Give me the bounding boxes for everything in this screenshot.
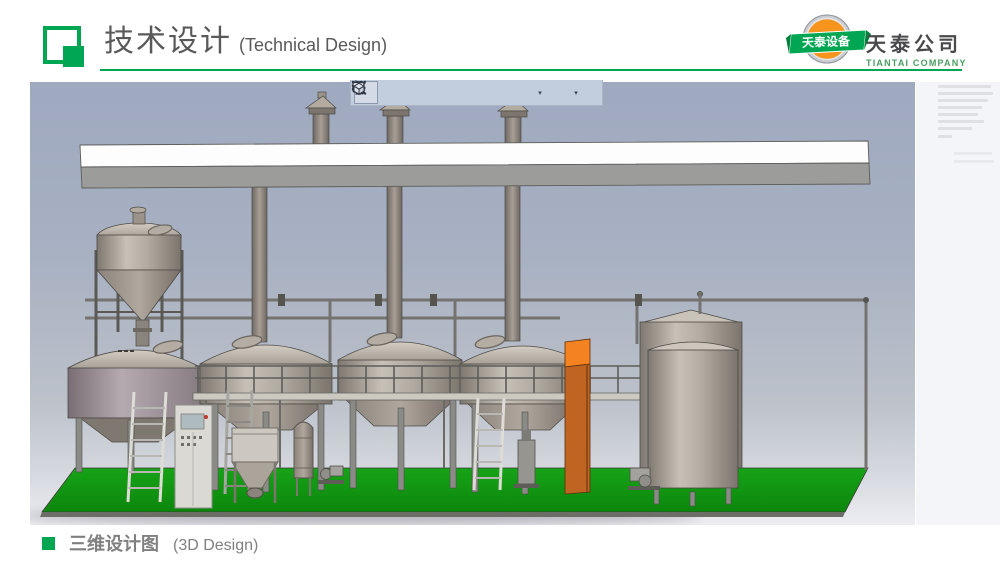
caption-bullet [42, 537, 55, 550]
blurred-text-line [938, 85, 991, 88]
blurred-text-line [938, 106, 982, 109]
blurred-text-line [938, 92, 993, 95]
caption-en: (3D Design) [173, 537, 258, 555]
rotate-tool-button[interactable] [406, 81, 430, 104]
company-name-zh: 天泰公司 [866, 28, 967, 57]
blurred-text-line [938, 120, 984, 123]
zoom-to-area-button[interactable] [458, 81, 482, 104]
caption-zh: 三维设计图 [69, 530, 159, 556]
blurred-text-line [954, 152, 992, 155]
pan-tool-button[interactable] [380, 81, 404, 104]
page-title: 技术设计 (Technical Design) [104, 16, 387, 60]
company-name-en: TIANTAI COMPANY [866, 58, 967, 68]
blurred-text-line [954, 160, 994, 163]
view-orientation-caret[interactable]: ▾ [572, 89, 580, 97]
3d-model-view[interactable]: ▾ ▾ [30, 82, 915, 525]
medal-badge-text: 天泰设备 [802, 33, 851, 50]
storage-tank-front [648, 342, 738, 506]
slide-title-icon-fill [63, 46, 84, 67]
orange-column [565, 339, 590, 494]
company-logo: 天泰设备 天泰公司 TIANTAI COMPANY [782, 10, 992, 68]
blurred-text-line [938, 135, 952, 138]
view-orientation-button[interactable] [546, 81, 570, 104]
cad-view-toolbar: ▾ ▾ [350, 80, 603, 106]
control-cabinet [175, 405, 212, 508]
zoom-to-fit-button[interactable] [484, 81, 508, 104]
3d-brewery-scene [30, 82, 915, 525]
blurred-text-line [938, 127, 972, 130]
display-style-button[interactable] [510, 81, 534, 104]
blurred-text-line [938, 113, 978, 116]
view-cube-icon [351, 80, 367, 96]
company-medal-icon: 天泰设备 [782, 10, 872, 68]
page-title-zh: 技术设计 [104, 16, 232, 60]
zoom-in-out-button[interactable] [432, 81, 456, 104]
agitator-unit [514, 430, 539, 488]
cad-side-panel [916, 82, 1000, 525]
page-title-en: (Technical Design) [239, 35, 387, 56]
blurred-text-line [938, 99, 988, 102]
caption: 三维设计图 (3D Design) [42, 530, 258, 556]
header-underline [100, 69, 962, 71]
display-style-caret[interactable]: ▾ [536, 89, 544, 97]
steam-duct [80, 141, 870, 188]
cad-screenshot: ▾ ▾ [30, 82, 1000, 525]
